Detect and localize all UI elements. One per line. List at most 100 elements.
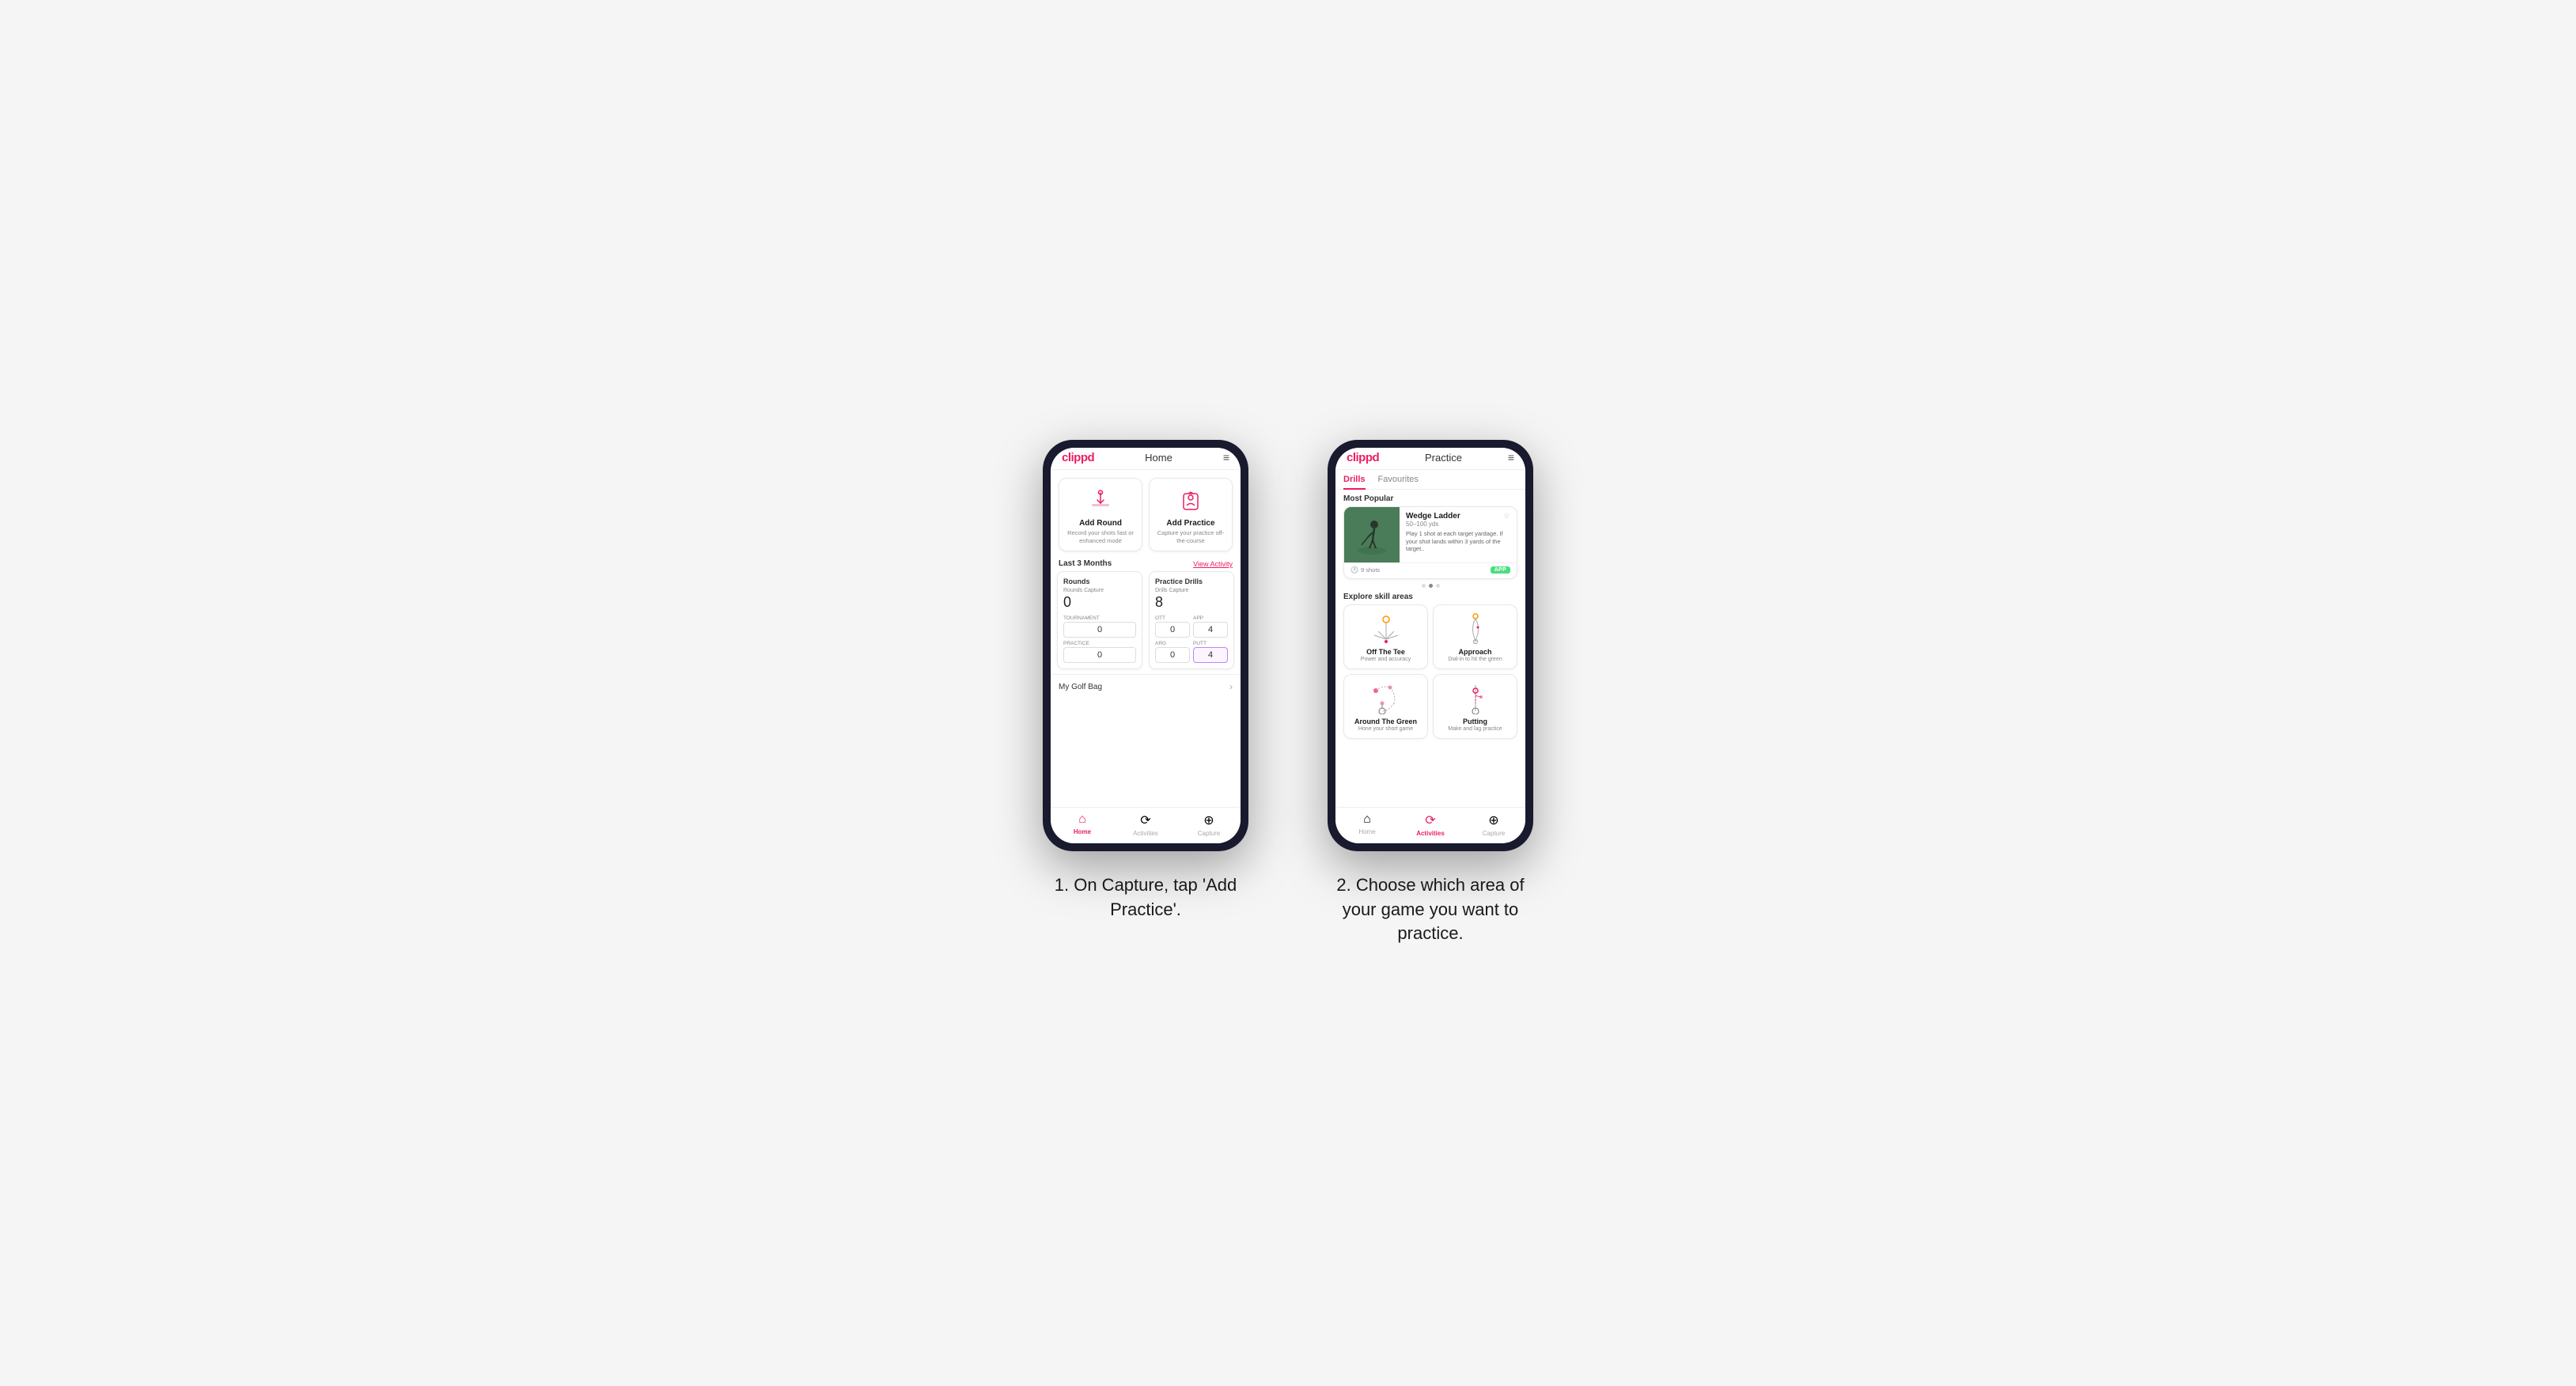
carousel-dots	[1335, 584, 1525, 588]
tab-activities-label: Activities	[1133, 830, 1158, 837]
tab-capture[interactable]: ⊕ Capture	[1177, 812, 1241, 837]
view-activity-link[interactable]: View Activity	[1193, 560, 1233, 568]
phone2-hamburger-icon[interactable]: ≡	[1508, 451, 1514, 464]
thumb-image	[1344, 507, 1400, 562]
phone2-tab-nav: Drills Favourites	[1335, 470, 1525, 490]
home2-icon: ⌂	[1363, 812, 1371, 827]
dot-3[interactable]	[1436, 584, 1440, 588]
add-practice-title: Add Practice	[1166, 519, 1214, 528]
explore-label: Explore skill areas	[1335, 591, 1525, 604]
phone2-topnav: clippd Practice ≡	[1335, 448, 1525, 470]
putting-card[interactable]: Putting Make and lag practice	[1433, 674, 1517, 739]
around-the-green-card[interactable]: Around The Green Hone your short game	[1343, 674, 1428, 739]
rounds-capture-label: Rounds Capture	[1063, 588, 1136, 593]
off-the-tee-name: Off The Tee	[1366, 648, 1405, 656]
tab-activities[interactable]: ⟳ Activities	[1114, 812, 1177, 837]
tab2-activities[interactable]: ⟳ Activities	[1399, 812, 1462, 837]
add-round-subtitle: Record your shots fast or enhanced mode	[1066, 529, 1135, 545]
featured-card-inner: Wedge Ladder ☆ 50–100 yds Play 1 shot at…	[1344, 507, 1517, 562]
golf-bag-label: My Golf Bag	[1059, 683, 1102, 691]
tournament-cell: Tournament 0	[1063, 615, 1136, 638]
putt-value: 4	[1193, 647, 1228, 663]
practice-label: Practice	[1063, 641, 1136, 646]
off-the-tee-desc: Power and accuracy	[1361, 657, 1411, 662]
rounds-title: Rounds	[1063, 578, 1136, 585]
practice-value: 0	[1063, 647, 1136, 663]
caption1: 1. On Capture, tap 'Add Practice'.	[1035, 873, 1256, 922]
action-cards: Add Round Record your shots fast or enha…	[1051, 470, 1241, 557]
around-the-green-name: Around The Green	[1354, 718, 1417, 725]
putt-label: PUTT	[1193, 641, 1228, 646]
star-icon[interactable]: ☆	[1503, 512, 1510, 521]
tab-capture-label: Capture	[1198, 830, 1220, 837]
phone2-tab-bar: ⌂ Home ⟳ Activities ⊕ Capture	[1335, 807, 1525, 843]
tab2-home-label: Home	[1358, 828, 1375, 835]
golf-bag-row[interactable]: My Golf Bag ›	[1051, 674, 1241, 699]
drills-col: Practice Drills Drills Capture 8 OTT 0 A…	[1149, 571, 1234, 669]
rounds-value: 0	[1063, 594, 1136, 611]
tab2-home[interactable]: ⌂ Home	[1335, 812, 1399, 837]
phone1-logo: clippd	[1062, 451, 1094, 464]
add-round-title: Add Round	[1079, 519, 1122, 528]
phones-row: clippd Home ≡	[1035, 440, 1541, 946]
featured-thumbnail	[1344, 507, 1400, 562]
tournament-value: 0	[1063, 622, 1136, 638]
app-label: APP	[1193, 615, 1228, 621]
add-practice-subtitle: Capture your practice off-the-course	[1156, 529, 1225, 545]
add-round-icon	[1086, 487, 1115, 515]
tournament-label: Tournament	[1063, 615, 1136, 621]
ott-value: 0	[1155, 622, 1190, 638]
phone1-nav-title: Home	[1145, 452, 1172, 464]
phone1: clippd Home ≡	[1043, 440, 1248, 851]
capture2-icon: ⊕	[1488, 812, 1498, 828]
phone1-screen: clippd Home ≡	[1051, 448, 1241, 843]
activities-icon: ⟳	[1140, 812, 1150, 828]
add-practice-card[interactable]: Add Practice Capture your practice off-t…	[1149, 478, 1233, 552]
featured-info: Wedge Ladder ☆ 50–100 yds Play 1 shot at…	[1400, 507, 1517, 562]
off-the-tee-card[interactable]: Off The Tee Power and accuracy	[1343, 604, 1428, 669]
app-cell: APP 4	[1193, 615, 1228, 638]
caption2: 2. Choose which area of your game you wa…	[1320, 873, 1541, 946]
arg-value: 0	[1155, 647, 1190, 663]
phone1-content: Add Round Record your shots fast or enha…	[1051, 470, 1241, 807]
approach-card[interactable]: Approach Dial-in to hit the green	[1433, 604, 1517, 669]
capture-icon: ⊕	[1203, 812, 1214, 828]
stats-area: Rounds Rounds Capture 0 Tournament 0 Pra…	[1051, 571, 1241, 674]
phone2-logo: clippd	[1347, 451, 1379, 464]
putting-desc: Make and lag practice	[1448, 726, 1502, 732]
dot-2[interactable]	[1429, 584, 1433, 588]
featured-drill-card[interactable]: Wedge Ladder ☆ 50–100 yds Play 1 shot at…	[1343, 506, 1517, 579]
tab-home[interactable]: ⌂ Home	[1051, 812, 1114, 837]
last3months-header: Last 3 Months View Activity	[1051, 556, 1241, 571]
around-the-green-diagram	[1366, 681, 1406, 714]
putting-name: Putting	[1463, 718, 1487, 725]
tab2-capture-label: Capture	[1483, 830, 1505, 837]
add-practice-icon	[1176, 487, 1205, 515]
app-value: 4	[1193, 622, 1228, 638]
drills-value: 8	[1155, 594, 1228, 611]
putting-diagram	[1456, 681, 1495, 714]
putt-cell: PUTT 4	[1193, 641, 1228, 663]
phone2-content: Most Popular	[1335, 490, 1525, 807]
favourites-tab[interactable]: Favourites	[1378, 470, 1419, 489]
phone2-nav-title: Practice	[1425, 452, 1462, 464]
ott-label: OTT	[1155, 615, 1190, 621]
dot-1[interactable]	[1422, 584, 1426, 588]
shots-label: 9 shots	[1361, 566, 1380, 574]
featured-title-row: Wedge Ladder ☆	[1406, 512, 1510, 521]
home-icon: ⌂	[1078, 812, 1086, 827]
phone1-hamburger-icon[interactable]: ≡	[1223, 451, 1229, 464]
drills-tab[interactable]: Drills	[1343, 470, 1366, 489]
approach-diagram	[1456, 612, 1495, 645]
approach-desc: Dial-in to hit the green	[1448, 657, 1502, 662]
tab-home-label: Home	[1074, 828, 1091, 835]
featured-footer: 🕐 9 shots APP	[1344, 562, 1517, 578]
tab2-capture[interactable]: ⊕ Capture	[1462, 812, 1525, 837]
add-round-card[interactable]: Add Round Record your shots fast or enha…	[1059, 478, 1142, 552]
drills-capture-label: Drills Capture	[1155, 588, 1228, 593]
chevron-right-icon: ›	[1229, 681, 1233, 692]
clock-icon: 🕐	[1351, 566, 1358, 574]
around-the-green-desc: Hone your short game	[1358, 726, 1413, 732]
last3months-label: Last 3 Months	[1059, 559, 1112, 568]
phone1-tab-bar: ⌂ Home ⟳ Activities ⊕ Capture	[1051, 807, 1241, 843]
